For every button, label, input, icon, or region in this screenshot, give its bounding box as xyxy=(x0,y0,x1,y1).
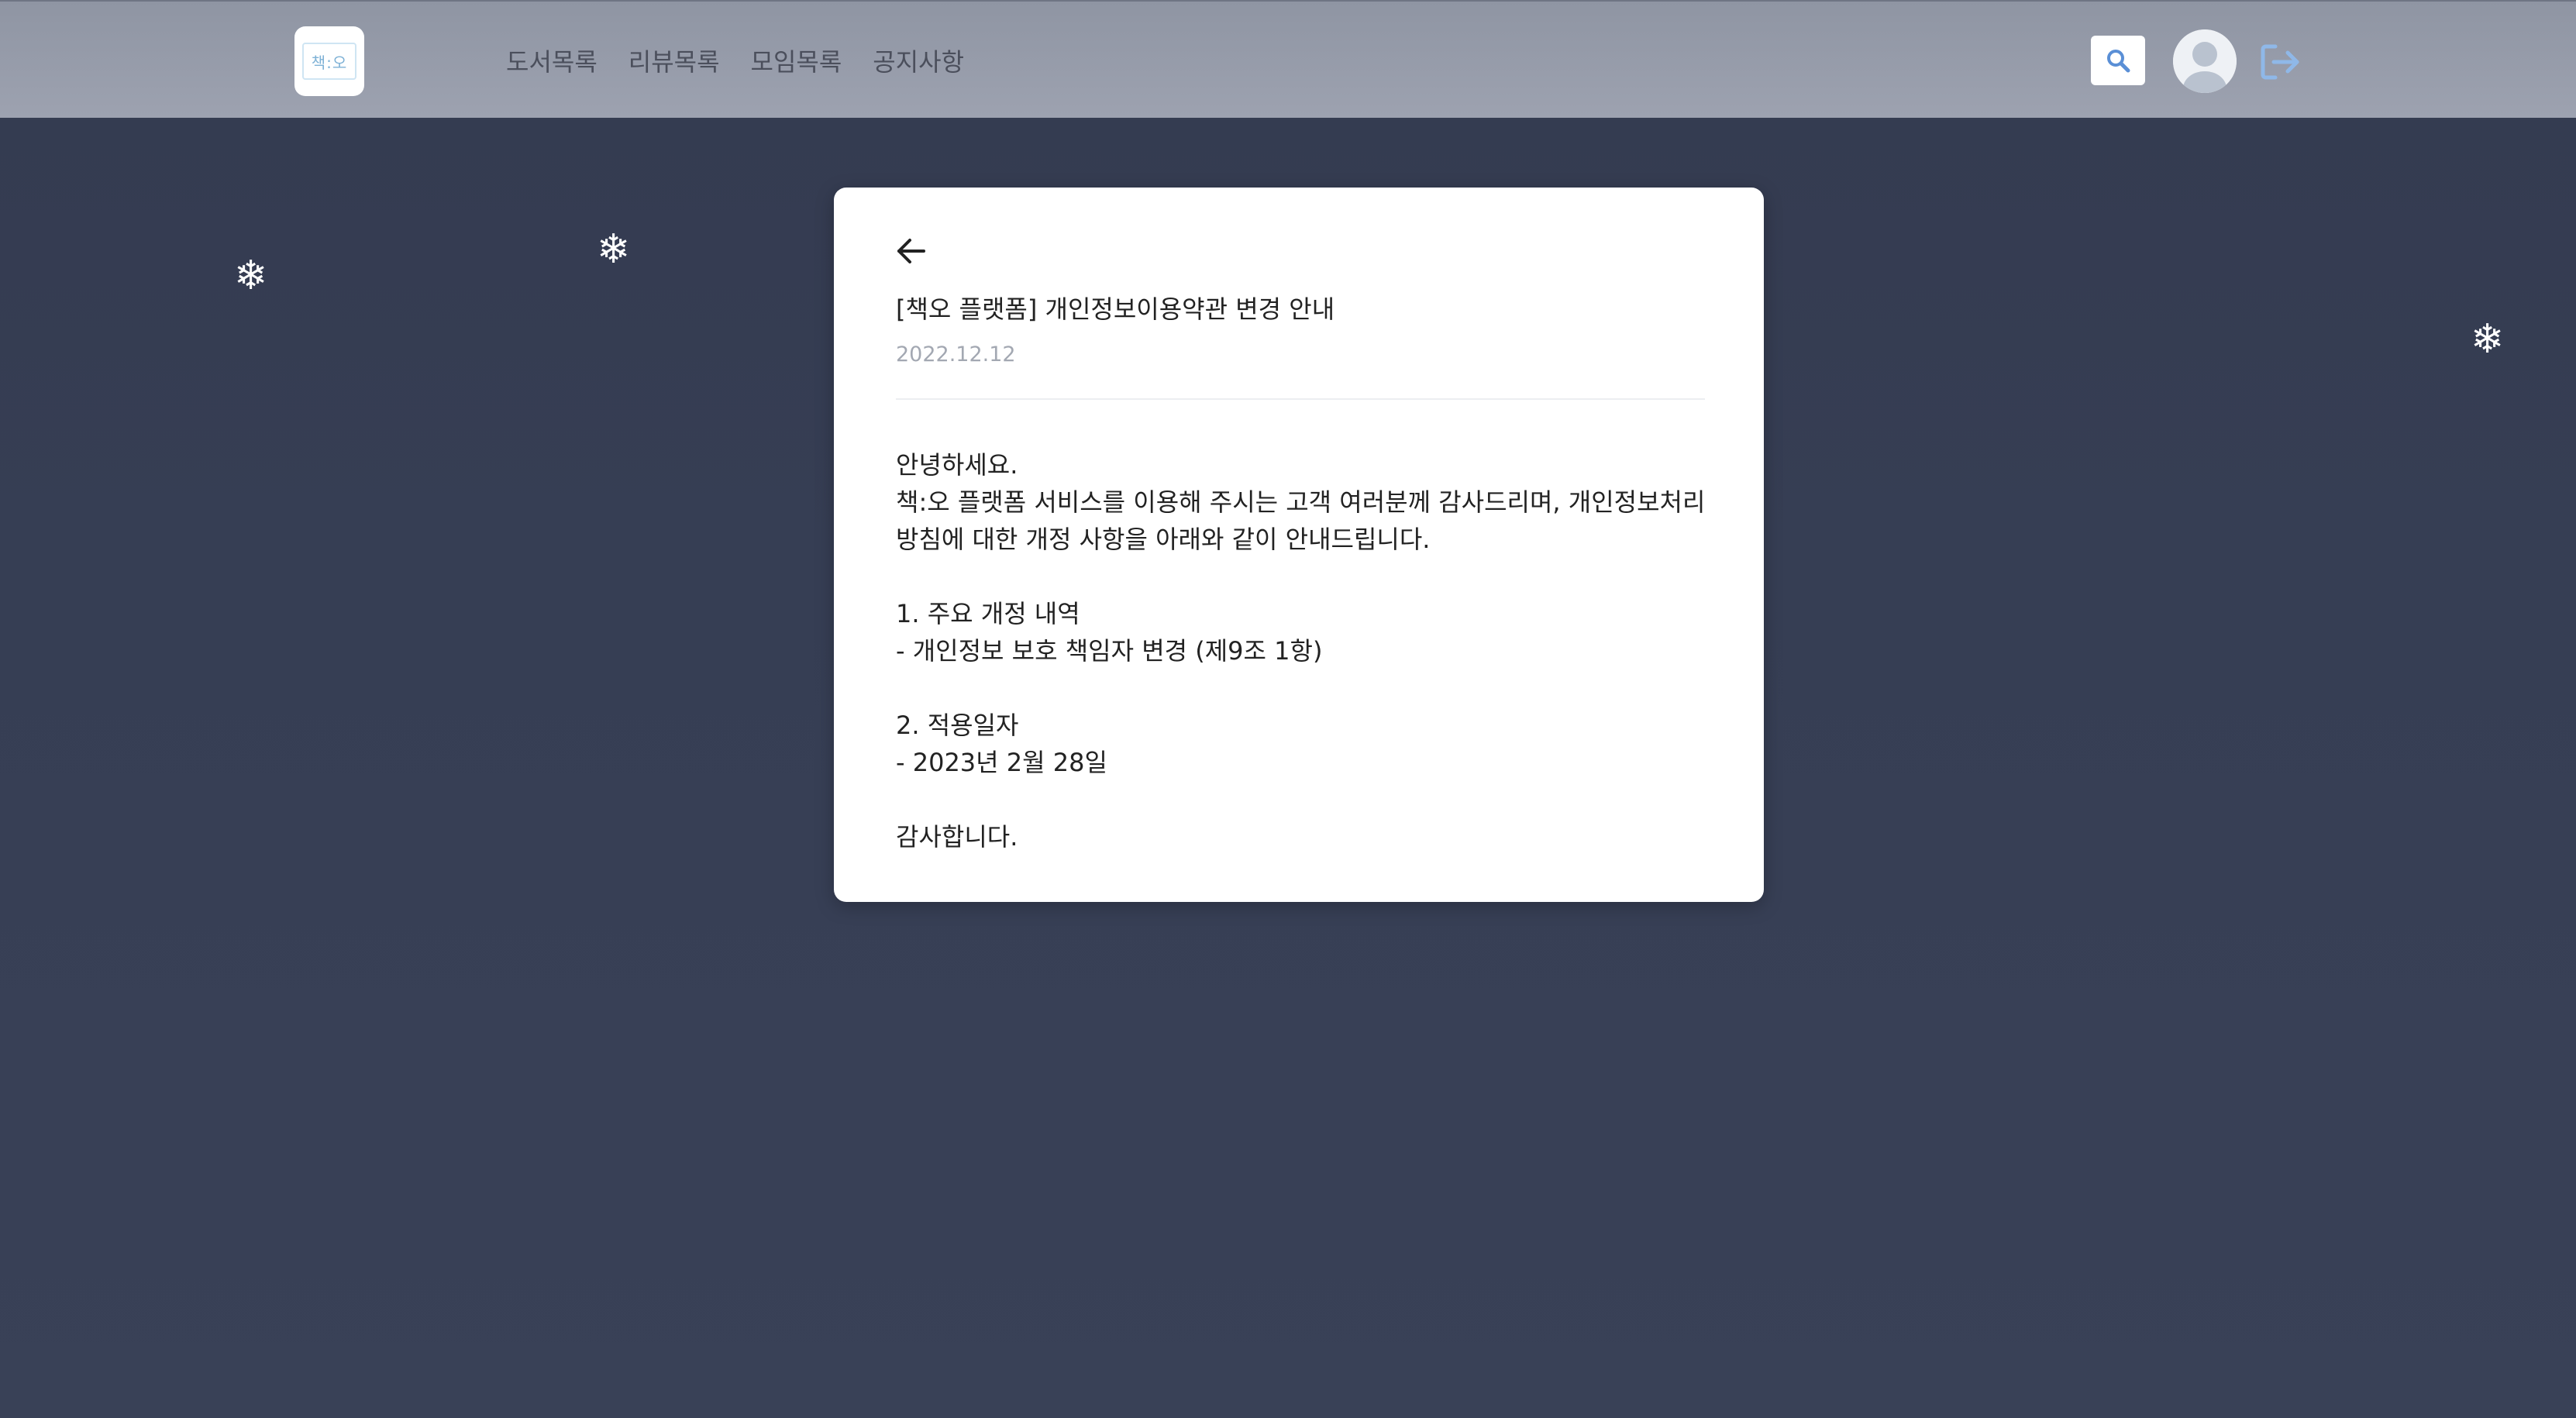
snowflake-decoration: ❄ xyxy=(2471,316,2505,363)
notice-body: 안녕하세요. 책:오 플랫폼 서비스를 이용해 주시는 고객 여러분께 감사드리… xyxy=(896,446,1710,855)
nav-item-reviews[interactable]: 리뷰목록 xyxy=(629,43,720,81)
notice-body-line: 감사합니다. xyxy=(896,822,1018,852)
logout-icon xyxy=(2261,44,2299,80)
notice-body-line: 방침에 대한 개정 사항을 아래와 같이 안내드립니다. xyxy=(896,525,1431,554)
notice-body-line xyxy=(896,781,1710,818)
logout-button[interactable] xyxy=(2258,42,2303,82)
back-button[interactable] xyxy=(896,237,927,265)
avatar-icon xyxy=(2173,29,2237,93)
nav-item-groups[interactable]: 모임목록 xyxy=(751,43,842,81)
main-nav: 도서목록 리뷰목록 모임목록 공지사항 xyxy=(506,43,964,81)
notice-body-line: - 2023년 2월 28일 xyxy=(896,748,1107,777)
nav-item-books[interactable]: 도서목록 xyxy=(506,43,598,81)
snowflake-decoration: ❄ xyxy=(597,226,631,273)
notice-title: [책오 플랫폼] 개인정보이용약관 변경 안내 xyxy=(896,294,1335,324)
notice-body-line: 2. 적용일자 xyxy=(896,711,1019,740)
notice-body-line xyxy=(896,558,1710,595)
snowflake-decoration: ❄ xyxy=(234,253,268,299)
search-button[interactable] xyxy=(2091,36,2145,85)
notice-body-line: 1. 주요 개정 내역 xyxy=(896,599,1080,628)
avatar[interactable] xyxy=(2173,29,2237,93)
search-icon xyxy=(2107,50,2130,73)
notice-body-line: - 개인정보 보호 책임자 변경 (제9조 1항) xyxy=(896,636,1323,666)
divider xyxy=(896,398,1705,400)
back-arrow-icon xyxy=(897,239,925,263)
top-navigation-bar: 책:오 도서목록 리뷰목록 모임목록 공지사항 xyxy=(0,0,2576,118)
logo-text: 책:오 xyxy=(302,43,356,80)
nav-item-notices[interactable]: 공지사항 xyxy=(873,43,964,81)
logo[interactable]: 책:오 xyxy=(294,26,364,96)
notice-date: 2022.12.12 xyxy=(896,342,1016,367)
notice-body-line: 안녕하세요. xyxy=(896,450,1018,480)
notice-detail-card: [책오 플랫폼] 개인정보이용약관 변경 안내 2022.12.12 안녕하세요… xyxy=(834,188,1764,902)
notice-body-line xyxy=(896,669,1710,707)
notice-body-line: 책:오 플랫폼 서비스를 이용해 주시는 고객 여러분께 감사드리며, 개인정보… xyxy=(896,487,1706,517)
